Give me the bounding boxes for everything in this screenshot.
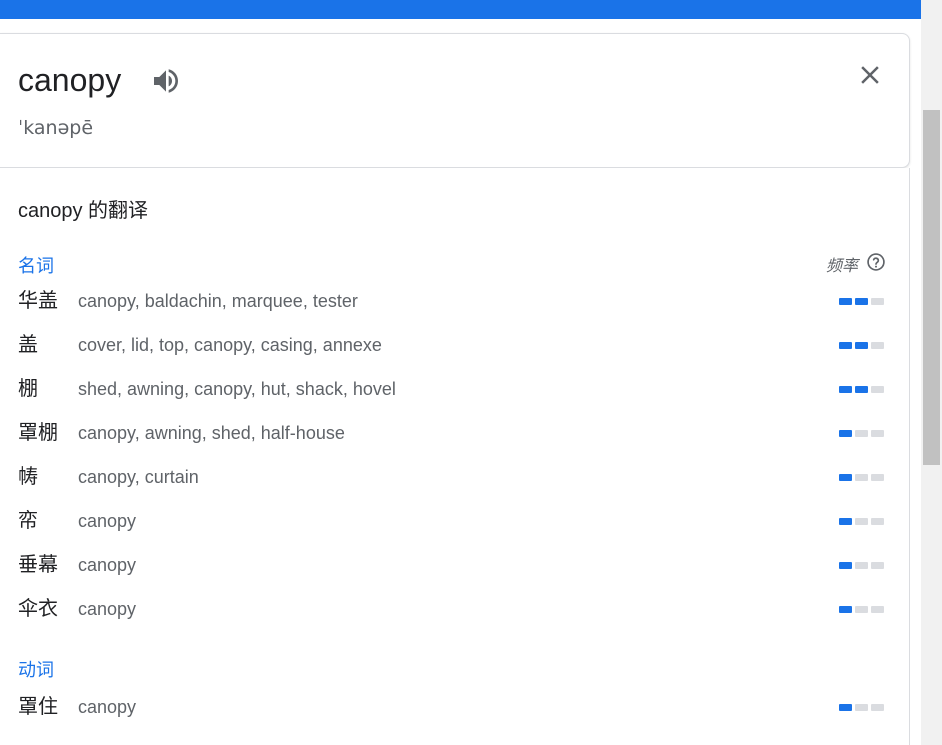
translation-term: 伞衣 [18, 596, 58, 620]
frequency-bars [839, 518, 887, 526]
frequency-bar-segment [855, 562, 868, 569]
frequency-bar-segment [855, 386, 868, 393]
frequency-bar-segment [871, 704, 884, 711]
back-translations: cover, lid, top, canopy, casing, annexe [78, 335, 382, 355]
frequency-bar-segment [839, 704, 852, 711]
translation-row[interactable]: 华盖 canopy, baldachin, marquee, tester [0, 285, 900, 321]
frequency-bar-segment [839, 474, 852, 481]
frequency-bars [839, 342, 887, 350]
frequency-bar-segment [839, 342, 852, 349]
back-translations: canopy, baldachin, marquee, tester [78, 291, 358, 311]
frequency-bars [839, 386, 887, 394]
translation-term: 棚 [18, 376, 38, 400]
back-translations: canopy [78, 555, 137, 575]
translation-row[interactable]: 帱 canopy, curtain [0, 461, 900, 497]
close-icon[interactable] [855, 60, 885, 90]
frequency-bar-segment [871, 518, 884, 525]
pos-label-verb: 动词 [18, 660, 54, 680]
translation-row[interactable]: 垂幕 canopy [0, 549, 900, 585]
frequency-bars [839, 606, 887, 614]
headword: canopy [18, 62, 122, 98]
word-header-card: canopy ˈkanəpē [0, 33, 910, 168]
translation-row[interactable]: 伞衣 canopy [0, 593, 900, 629]
back-translations: canopy, awning, shed, half-house [78, 423, 345, 443]
translation-row[interactable]: 盖 cover, lid, top, canopy, casing, annexe [0, 329, 900, 365]
frequency-bar-segment [855, 430, 868, 437]
translation-row[interactable]: 棚 shed, awning, canopy, hut, shack, hovel [0, 373, 900, 409]
speaker-icon[interactable] [150, 65, 182, 97]
back-translations: canopy [78, 697, 137, 717]
translation-term: 华盖 [18, 288, 58, 312]
frequency-bars [839, 562, 887, 570]
translation-term: 罩棚 [18, 420, 58, 444]
frequency-bar-segment [839, 562, 852, 569]
scrollbar-thumb[interactable] [923, 110, 940, 465]
frequency-label: 频率 [826, 258, 859, 275]
frequency-bar-segment [871, 562, 884, 569]
translation-term: 罩住 [18, 694, 58, 718]
frequency-bar-segment [839, 606, 852, 613]
translation-row[interactable]: 罩棚 canopy, awning, shed, half-house [0, 417, 900, 453]
translation-term: 盖 [18, 332, 38, 356]
frequency-bar-segment [871, 298, 884, 305]
frequency-bar-segment [871, 386, 884, 393]
frequency-bar-segment [839, 518, 852, 525]
translation-term: 帟 [18, 508, 38, 532]
translations-title: canopy 的翻译 [18, 200, 149, 222]
frequency-bar-segment [855, 474, 868, 481]
back-translations: canopy, curtain [78, 467, 199, 487]
frequency-bars [839, 704, 887, 712]
frequency-bar-segment [855, 518, 868, 525]
translation-term: 垂幕 [18, 552, 58, 576]
translation-row[interactable]: 帟 canopy [0, 505, 900, 541]
back-translations: shed, awning, canopy, hut, shack, hovel [78, 379, 396, 399]
back-translations: canopy [78, 511, 137, 531]
pos-label-noun: 名词 [18, 256, 54, 276]
frequency-bar-segment [839, 430, 852, 437]
frequency-bar-segment [855, 704, 868, 711]
translations-card: canopy 的翻译 名词 频率 华盖 canopy, baldachin, ma… [0, 168, 910, 745]
frequency-bar-segment [871, 342, 884, 349]
frequency-bars [839, 430, 887, 438]
back-translations: canopy [78, 599, 137, 619]
top-accent-bar [0, 0, 921, 19]
frequency-bars [839, 474, 887, 482]
frequency-bar-segment [871, 606, 884, 613]
frequency-bar-segment [839, 298, 852, 305]
translation-row[interactable]: 罩住 canopy [0, 691, 900, 727]
phonetic-transcription: ˈkanəpē [18, 117, 94, 139]
frequency-bar-segment [871, 430, 884, 437]
frequency-bar-segment [839, 386, 852, 393]
translation-term: 帱 [18, 464, 38, 488]
frequency-bars [839, 298, 887, 306]
frequency-bar-segment [855, 606, 868, 613]
frequency-bar-segment [871, 474, 884, 481]
frequency-bar-segment [855, 298, 868, 305]
frequency-bar-segment [855, 342, 868, 349]
help-circle-icon[interactable] [866, 252, 886, 272]
